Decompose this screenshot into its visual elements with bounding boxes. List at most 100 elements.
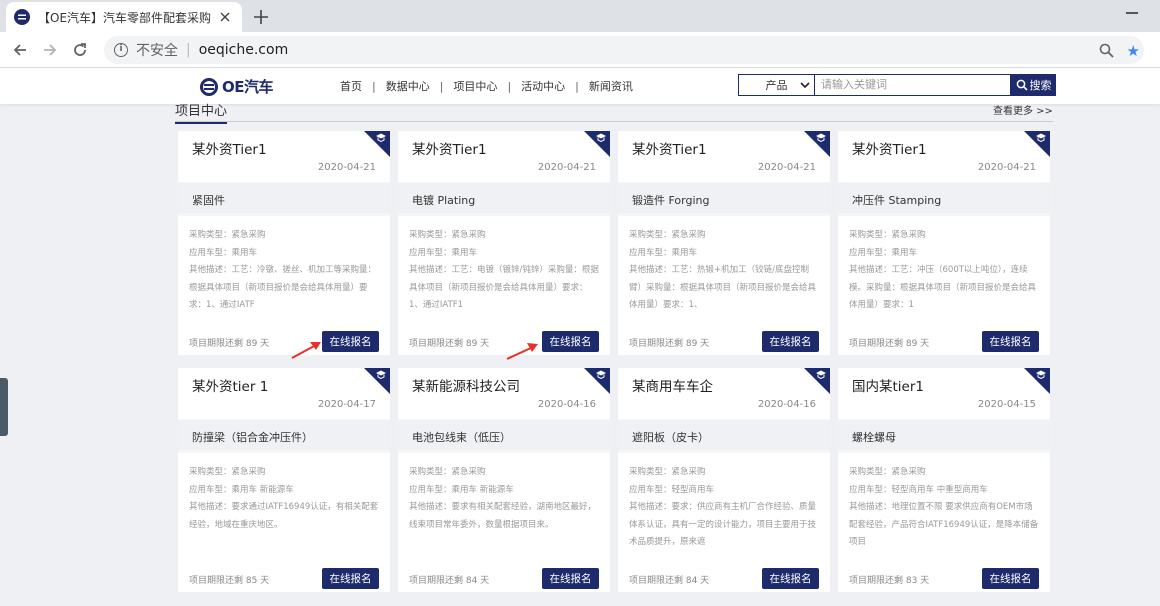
nav-item-project-center[interactable]: 项目中心 xyxy=(443,78,507,94)
signup-button[interactable]: 在线报名 xyxy=(542,331,599,352)
badge-icon xyxy=(816,133,826,142)
card-buyer[interactable]: 某外资Tier1 xyxy=(192,138,376,158)
badge-icon xyxy=(376,370,386,379)
project-card: 国内某tier1 2020-04-15 螺栓螺母 采购类型：紧急采购 应用车型：… xyxy=(838,368,1050,592)
reload-icon xyxy=(74,43,86,56)
badge-icon xyxy=(1036,370,1046,379)
card-header: 某商用车车企 2020-04-16 xyxy=(618,368,830,419)
card-purchase-type: 采购类型：紧急采购 xyxy=(189,467,266,477)
card-deadline: 项目期限还剩 85 天 xyxy=(189,576,270,586)
signup-button[interactable]: 在线报名 xyxy=(982,331,1039,352)
nav-item-home[interactable]: 首页 xyxy=(330,78,372,94)
card-description: 其他描述：要求有相关配套经验，湖南地区最好，线束项目常年委外，数量根据项目来。 xyxy=(409,502,597,530)
card-date: 2020-04-16 xyxy=(757,399,816,410)
card-buyer[interactable]: 某商用车车企 xyxy=(632,375,816,395)
card-description: 其他描述：工艺：热锻+机加工（铰链/底盘控制臂）采购量：根据具体项目（新项目报价… xyxy=(629,265,817,310)
card-header: 某外资Tier1 2020-04-21 xyxy=(178,131,390,182)
signup-button[interactable]: 在线报名 xyxy=(542,568,599,589)
card-buyer[interactable]: 某外资Tier1 xyxy=(632,138,816,158)
info-icon[interactable]: i xyxy=(114,43,128,57)
card-vehicle-type: 应用车型：乘用车 xyxy=(629,247,698,258)
card-description: 其他描述：工艺：电镀（镀锌/钝锌）采购量：根据具体项目（新项目报价是会给具体用量… xyxy=(409,265,599,310)
nav-item-data-center[interactable]: 数据中心 xyxy=(376,78,440,94)
signup-button[interactable]: 在线报名 xyxy=(322,331,379,352)
search-button-label: 搜索 xyxy=(1029,79,1052,92)
project-card: 某商用车车企 2020-04-16 遮阳板（皮卡） 采购类型：紧急采购 应用车型… xyxy=(618,368,830,592)
card-vehicle-type: 应用车型：乘用车 新能源车 xyxy=(189,484,294,495)
card-part-name: 紧固件 xyxy=(178,183,390,213)
site-header: OE汽车 首页 | 数据中心 | 项目中心 | 活动中心 | 新闻资讯 产品 请… xyxy=(0,68,1160,104)
view-more-link[interactable]: 查看更多 >> xyxy=(993,102,1053,117)
card-vehicle-type: 应用车型：乘用车 新能源车 xyxy=(409,484,514,495)
zoom-icon[interactable] xyxy=(1099,43,1114,62)
card-part-name: 锻造件 Forging xyxy=(618,183,830,213)
card-purchase-type: 采购类型：紧急采购 xyxy=(189,230,266,240)
project-card-grid: 某外资Tier1 2020-04-21 紧固件 采购类型：紧急采购 应用车型：乘… xyxy=(178,131,1050,592)
browser-tab-strip: 【OE汽车】汽车零部件配套采购 xyxy=(0,0,1160,32)
project-card: 某外资Tier1 2020-04-21 锻造件 Forging 采购类型：紧急采… xyxy=(618,131,830,355)
card-description: 其他描述：工艺：冷镦、搓丝、机加工等采购量：根据具体项目（新项目报价是会给具体用… xyxy=(189,265,377,310)
site-logo[interactable]: OE汽车 xyxy=(200,76,274,97)
card-purchase-type: 采购类型：紧急采购 xyxy=(409,230,486,240)
card-deadline: 项目期限还剩 89 天 xyxy=(189,339,270,349)
reload-button[interactable] xyxy=(70,40,90,60)
card-footer: 项目期限还剩 89 天 在线报名 xyxy=(618,320,830,355)
badge-icon xyxy=(1036,133,1046,142)
card-header: 某外资tier 1 2020-04-17 xyxy=(178,368,390,419)
card-part-name: 冲压件 Stamping xyxy=(838,183,1050,213)
card-vehicle-type: 应用车型：轻型商用车 xyxy=(629,484,715,495)
signup-button[interactable]: 在线报名 xyxy=(322,568,379,589)
card-buyer[interactable]: 国内某tier1 xyxy=(852,375,1036,395)
card-purchase-type: 采购类型：紧急采购 xyxy=(629,467,706,477)
signup-button[interactable]: 在线报名 xyxy=(762,331,819,352)
card-part-name: 电镀 Plating xyxy=(398,183,610,213)
security-status: 不安全 xyxy=(136,43,178,59)
card-footer: 项目期限还剩 83 天 在线报名 xyxy=(838,557,1050,592)
nav-item-event-center[interactable]: 活动中心 xyxy=(511,78,575,94)
signup-button[interactable]: 在线报名 xyxy=(762,568,819,589)
nav-item-news[interactable]: 新闻资讯 xyxy=(579,78,643,94)
arrow-left-icon xyxy=(13,44,26,56)
side-float-widget[interactable] xyxy=(0,378,8,436)
browser-tab[interactable]: 【OE汽车】汽车零部件配套采购 xyxy=(6,2,242,32)
search-input[interactable]: 请输入关键词 xyxy=(815,74,1011,96)
card-purchase-type: 采购类型：紧急采购 xyxy=(849,230,926,240)
new-tab-button[interactable] xyxy=(250,6,272,28)
search-category-select[interactable]: 产品 xyxy=(738,74,815,96)
signup-button[interactable]: 在线报名 xyxy=(982,568,1039,589)
bookmark-star-icon[interactable]: ★ xyxy=(1127,42,1140,60)
card-part-name: 螺栓螺母 xyxy=(838,420,1050,450)
card-purchase-type: 采购类型：紧急采购 xyxy=(849,467,926,477)
window-minimize-button[interactable] xyxy=(1126,12,1138,14)
card-buyer[interactable]: 某外资tier 1 xyxy=(192,375,376,395)
card-description: 其他描述：要求通过IATF16949认证，有相关配套经验，地域在重庆地区。 xyxy=(189,502,379,530)
address-separator: | xyxy=(186,42,191,58)
card-buyer[interactable]: 某新能源科技公司 xyxy=(412,375,596,395)
card-description: 其他描述：要求：供应商有主机厂合作经验、质量体系认证，具有一定的设计能力，项目主… xyxy=(629,502,817,547)
back-button[interactable] xyxy=(10,40,30,60)
annotation-arrow-icon xyxy=(506,343,538,360)
card-footer: 项目期限还剩 89 天 在线报名 xyxy=(398,320,610,355)
section-divider xyxy=(175,121,1053,122)
tab-title: 【OE汽车】汽车零部件配套采购 xyxy=(38,10,212,25)
search-category-value: 产品 xyxy=(765,79,788,92)
address-bar[interactable]: i 不安全 | oeqiche.com ★ xyxy=(104,36,1144,64)
badge-icon xyxy=(596,370,606,379)
chevron-down-icon xyxy=(800,82,810,89)
browser-toolbar: i 不安全 | oeqiche.com ★ xyxy=(0,32,1160,68)
card-date: 2020-04-21 xyxy=(977,162,1036,173)
search-button[interactable]: 搜索 xyxy=(1011,74,1056,96)
card-footer: 项目期限还剩 84 天 在线报名 xyxy=(618,557,830,592)
tab-close-icon[interactable] xyxy=(218,10,232,24)
project-card: 某外资Tier1 2020-04-21 电镀 Plating 采购类型：紧急采购… xyxy=(398,131,610,355)
forward-button[interactable] xyxy=(40,40,60,60)
card-header: 某外资Tier1 2020-04-21 xyxy=(838,131,1050,182)
card-date: 2020-04-17 xyxy=(317,399,376,410)
card-part-name: 遮阳板（皮卡） xyxy=(618,420,830,450)
site-search: 产品 请输入关键词 搜索 xyxy=(738,74,1056,96)
card-buyer[interactable]: 某外资Tier1 xyxy=(852,138,1036,158)
card-buyer[interactable]: 某外资Tier1 xyxy=(412,138,596,158)
badge-icon xyxy=(376,133,386,142)
card-vehicle-type: 应用车型：乘用车 xyxy=(189,247,258,258)
badge-icon xyxy=(816,370,826,379)
